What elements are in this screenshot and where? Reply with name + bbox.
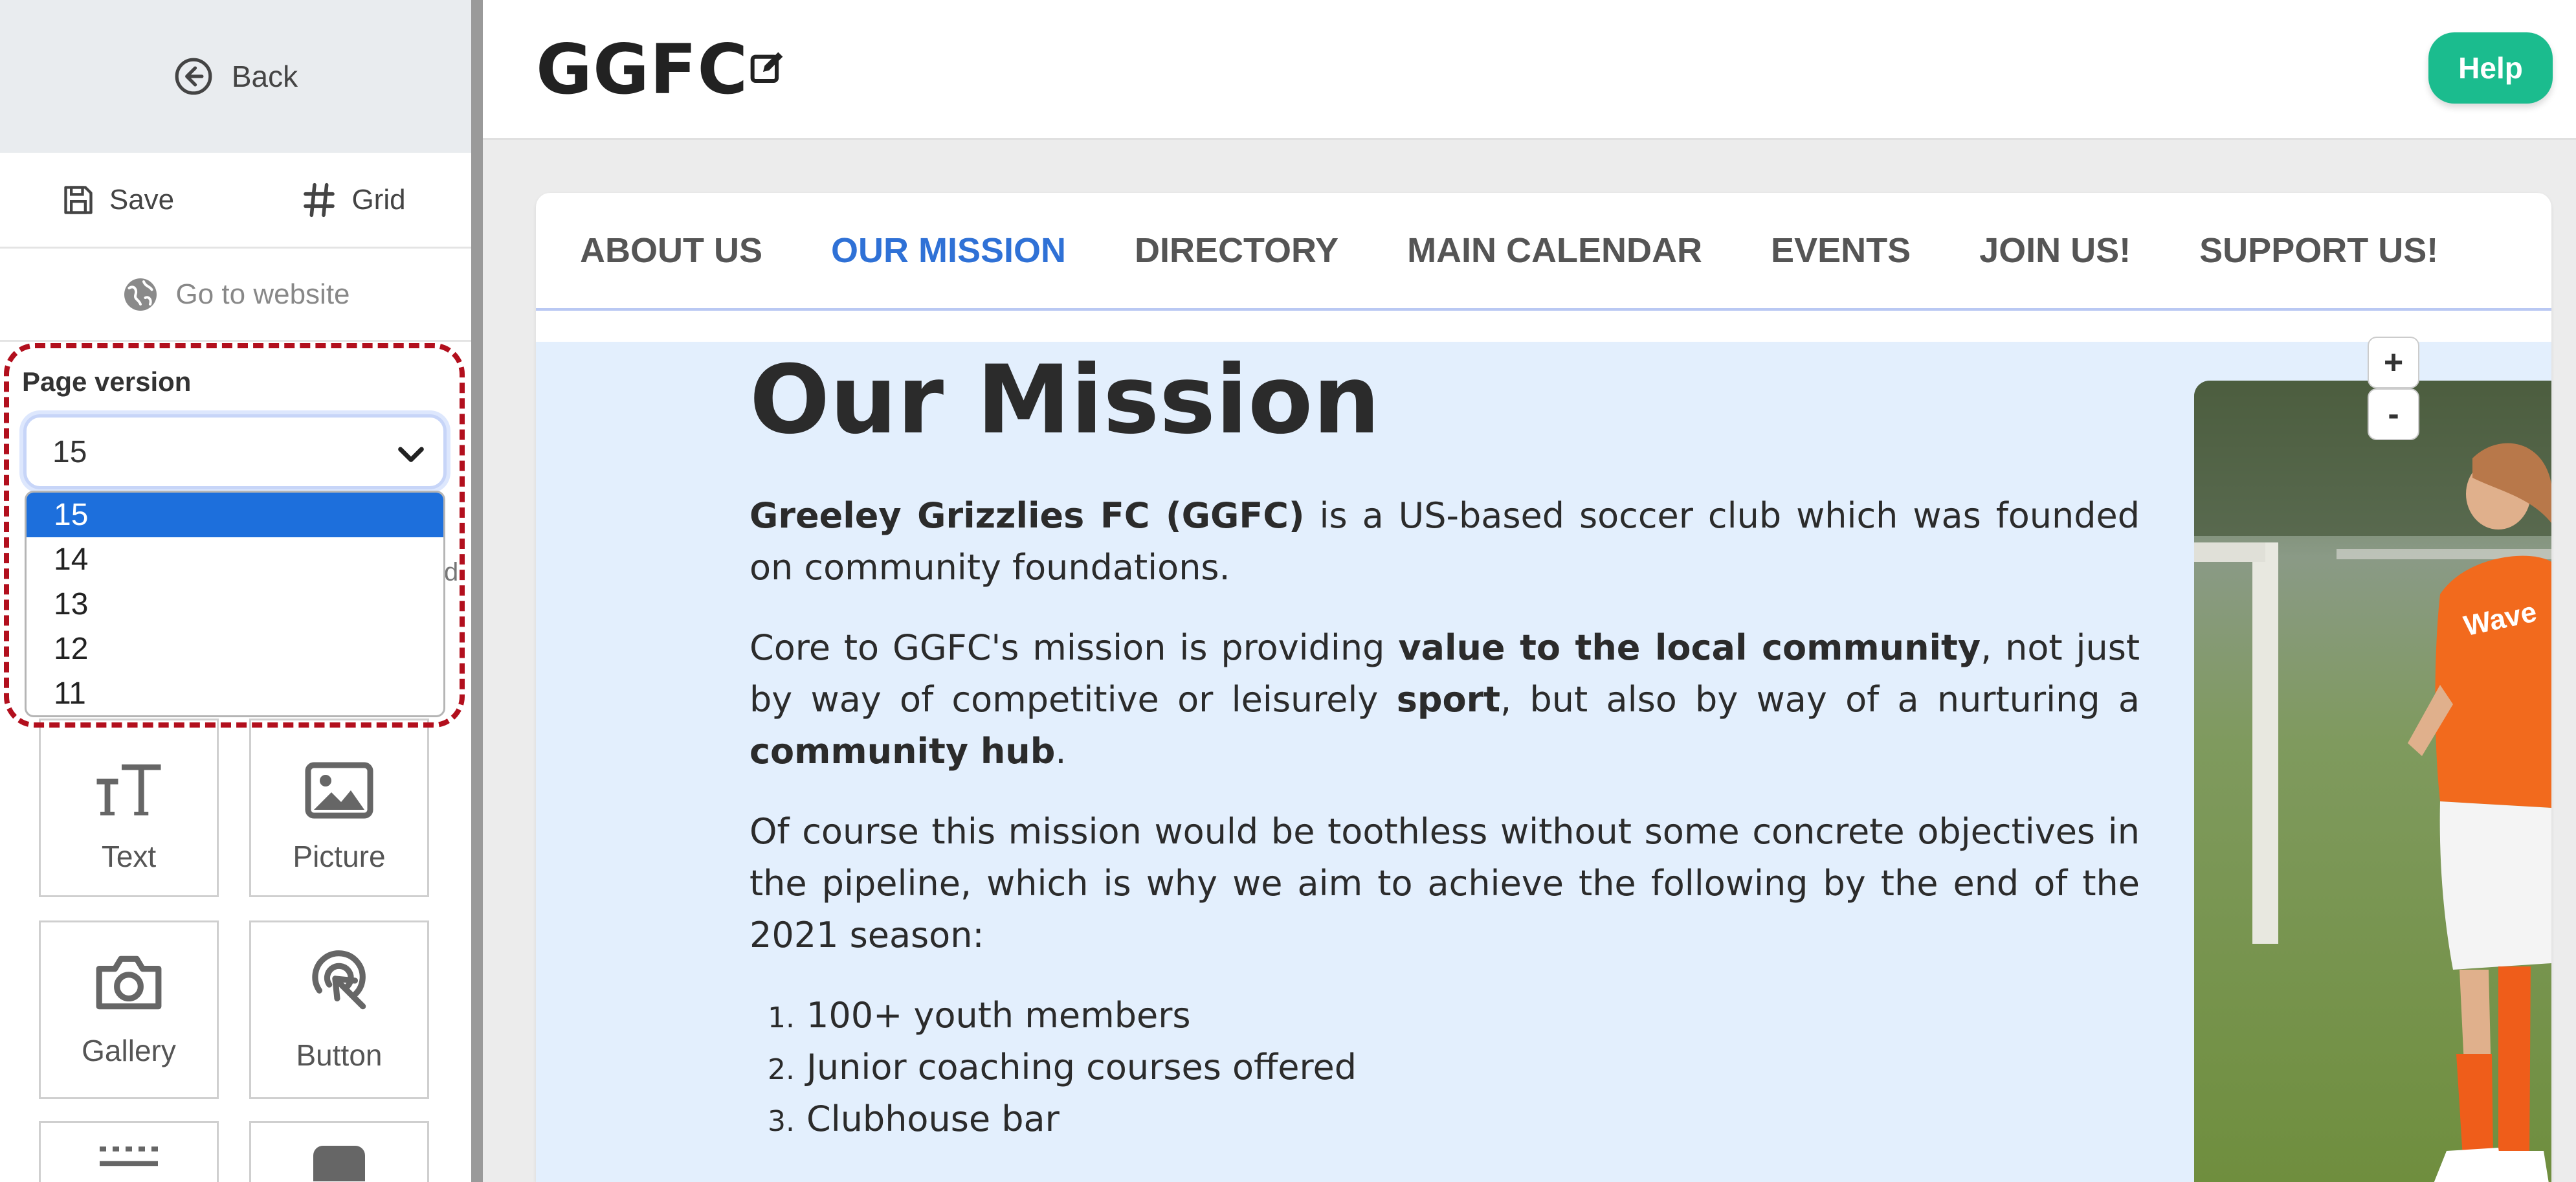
nav-our-mission[interactable]: OUR MISSION [831, 230, 1066, 271]
divider-icon [100, 1146, 158, 1166]
nav-join-us[interactable]: JOIN US! [1979, 230, 2131, 271]
website-preview: ABOUT US OUR MISSION DIRECTORY MAIN CALE… [536, 193, 2551, 1182]
image-icon [305, 762, 373, 819]
p2-text-g: . [1055, 730, 1067, 772]
mission-content[interactable]: Our Mission Greeley Grizzlies FC (GGFC) … [749, 348, 2140, 1145]
soccer-player-photo[interactable]: Wave [2194, 381, 2551, 1182]
club-name-bold: Greeley Grizzlies FC (GGFC) [749, 495, 1305, 536]
video-widget[interactable] [249, 1121, 429, 1182]
button-widget-label: Button [296, 1038, 383, 1072]
camera-icon [96, 955, 162, 1010]
text-widget[interactable]: Text [39, 719, 219, 897]
nav-support-us[interactable]: SUPPORT US! [2199, 230, 2438, 271]
version-option-12[interactable]: 12 [27, 627, 443, 671]
text-size-icon [96, 764, 161, 816]
mission-heading: Our Mission [749, 345, 1381, 455]
version-option-13[interactable]: 13 [27, 582, 443, 627]
p2-text-e: , but also by way of a nurturing a [1500, 678, 2140, 720]
picture-widget[interactable]: Picture [249, 719, 429, 897]
version-option-14[interactable]: 14 [27, 537, 443, 582]
toolbar: Save Grid [0, 153, 471, 249]
goals-list: 100+ youth members Junior coaching cours… [804, 990, 2140, 1145]
list-item: Clubhouse bar [804, 1093, 2140, 1145]
back-arrow-icon [175, 58, 212, 95]
p2-bold-b: value to the local community [1398, 627, 1981, 668]
zoom-out-button[interactable]: - [2368, 388, 2419, 440]
back-label: Back [231, 60, 298, 93]
picture-widget-label: Picture [293, 840, 386, 873]
back-button[interactable]: Back [0, 0, 471, 153]
nav-main-calendar[interactable]: MAIN CALENDAR [1407, 230, 1702, 271]
sidebar-scrollbar[interactable] [471, 0, 483, 1182]
nav-about-us[interactable]: ABOUT US [580, 230, 762, 271]
button-widget[interactable]: Button [249, 920, 429, 1099]
p2-bold-f: community hub [749, 730, 1056, 772]
divider-widget[interactable] [39, 1121, 219, 1182]
floppy-disk-icon [64, 185, 93, 214]
grid-button[interactable]: Grid [236, 152, 471, 248]
help-button[interactable]: Help [2428, 32, 2553, 104]
mission-paragraph-1: Greeley Grizzlies FC (GGFC) is a US-base… [749, 490, 2140, 594]
click-pointer-icon [312, 950, 366, 1010]
nav-events[interactable]: EVENTS [1771, 230, 1911, 271]
p2-bold-d: sport [1396, 678, 1501, 720]
nav-directory[interactable]: DIRECTORY [1135, 230, 1338, 271]
gallery-widget-label: Gallery [82, 1034, 176, 1067]
gallery-widget[interactable]: Gallery [39, 920, 219, 1099]
save-label: Save [109, 183, 175, 216]
text-widget-label: Text [101, 840, 157, 873]
go-to-website-label: Go to website [175, 278, 350, 310]
site-nav: ABOUT US OUR MISSION DIRECTORY MAIN CALE… [536, 193, 2551, 311]
video-play-icon [313, 1146, 365, 1181]
mission-paragraph-2: Core to GGFC's mission is providing valu… [749, 622, 2140, 777]
page-version-label: Page version [22, 366, 192, 397]
edit-icon[interactable] [749, 49, 786, 85]
list-item: 100+ youth members [804, 990, 2140, 1042]
page-version-options: 15 14 13 12 11 [25, 491, 445, 717]
mission-paragraph-3: Of course this mission would be toothles… [749, 810, 2140, 955]
version-option-11[interactable]: 11 [27, 671, 443, 715]
zoom-in-button[interactable]: + [2368, 337, 2419, 388]
grid-label: Grid [351, 183, 406, 216]
version-option-15[interactable]: 15 [27, 493, 443, 537]
page-version-selected-value: 15 [52, 434, 87, 469]
list-item: Junior coaching courses offered [804, 1042, 2140, 1093]
editor-header [483, 0, 2576, 140]
hash-icon [304, 183, 335, 217]
go-to-website-link[interactable]: Go to website [0, 249, 471, 342]
page-version-select[interactable]: 15 [23, 414, 447, 489]
globe-icon [124, 278, 157, 311]
p2-text-a: Core to GGFC's mission is providing [749, 627, 1399, 668]
editor-sidebar: Back Save Grid Go to website d Text Pict… [0, 0, 471, 1182]
chevron-down-icon [398, 447, 424, 462]
site-title: GGFC [536, 30, 749, 109]
save-button[interactable]: Save [0, 152, 236, 248]
